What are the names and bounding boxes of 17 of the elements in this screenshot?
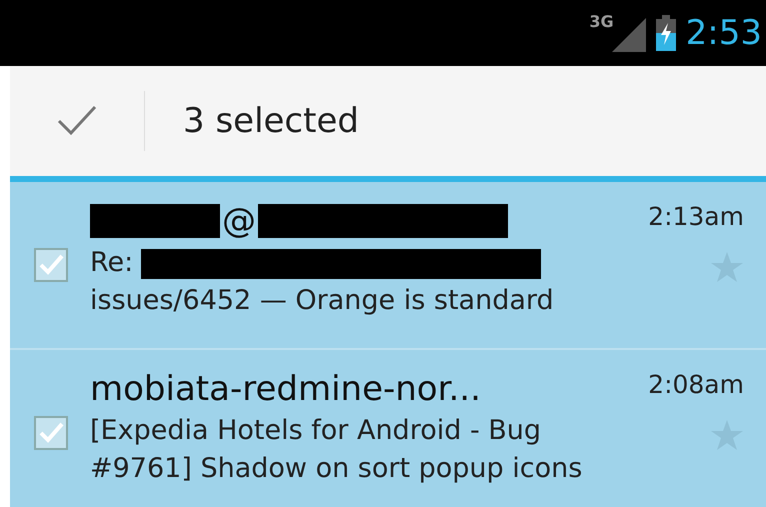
sender-name: mobiata-redmine-nor... (90, 369, 481, 409)
signal-icon (612, 18, 646, 52)
network-label: 3G (589, 12, 614, 31)
subject-text: [Expedia Hotels for Android - Bug #9761] Shadow on sort popup icons (90, 415, 582, 484)
message-row[interactable]: mobiata-redmine-nor... [Expedia Hotels for Android - Bug #9761] Shadow on sort popup icons 2:08am (10, 350, 766, 507)
selection-count: 3 selected (183, 101, 359, 141)
message-time: 2:13am (648, 202, 744, 231)
battery-charging-icon (656, 15, 676, 51)
message-time: 2:08am (648, 370, 744, 399)
subject-text: issues/6452 — Orange is standard (90, 285, 554, 316)
checkmark-icon (57, 105, 97, 137)
checkbox[interactable] (34, 248, 68, 282)
message-row[interactable]: @ Re: issues/6452 — Orange is standard 2:13am (10, 182, 766, 350)
checkbox[interactable] (34, 416, 68, 450)
sender-name: @ (222, 201, 256, 241)
clock: 2:53 (686, 13, 762, 53)
subject-text: Re: (90, 247, 134, 278)
